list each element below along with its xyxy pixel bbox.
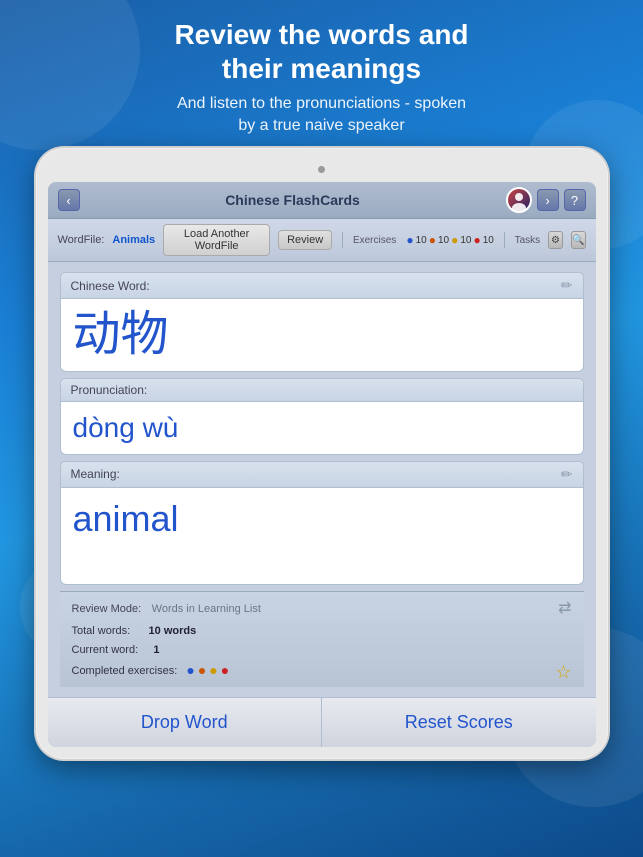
score-orange: 10 — [438, 235, 449, 246]
meaning-label: Meaning: — [71, 467, 120, 481]
status-bar: Review Mode: Words in Learning List ⇄ To… — [60, 591, 584, 687]
gear-button[interactable]: ⚙ — [548, 231, 563, 249]
tasks-label: Tasks — [515, 235, 541, 246]
stats-block: Total words: 10 words Current word: 1 Co… — [72, 622, 230, 683]
completed-dot-red: ● — [221, 659, 229, 683]
meaning-value: animal — [73, 496, 571, 576]
shuffle-icon[interactable]: ⇄ — [558, 598, 571, 618]
reset-scores-button[interactable]: Reset Scores — [322, 698, 596, 747]
toolbar-separator2 — [504, 232, 505, 248]
pronunciation-label: Pronunciation: — [71, 383, 148, 397]
ipad-screen: ‹ Chinese FlashCards › ? — [48, 182, 596, 747]
pronunciation-value: dòng wù — [73, 410, 571, 446]
stats-star-row: Total words: 10 words Current word: 1 Co… — [72, 622, 572, 683]
star-icon[interactable]: ☆ — [555, 662, 571, 682]
search-button[interactable]: 🔍 — [571, 231, 586, 249]
pronunciation-header: Pronunciation: — [61, 379, 583, 402]
current-word-value: 1 — [153, 644, 159, 656]
titlebar-right: › ? — [506, 187, 586, 213]
score-dot-blue: ● — [406, 233, 413, 247]
app-title: Chinese FlashCards — [80, 192, 506, 208]
chinese-word-header: Chinese Word: ✏ — [61, 273, 583, 299]
chinese-word-body: 动物 — [61, 299, 583, 370]
meaning-card: Meaning: ✏ animal — [60, 461, 584, 585]
header-title: Review the words and their meanings — [30, 18, 613, 85]
app-titlebar: ‹ Chinese FlashCards › ? — [48, 182, 596, 219]
load-wordfile-button[interactable]: Load Another WordFile — [163, 224, 270, 256]
review-mode-value: Words in Learning List — [152, 603, 261, 615]
score-dot-red: ● — [473, 233, 480, 247]
ipad-frame: ‹ Chinese FlashCards › ? — [36, 148, 608, 759]
help-button[interactable]: ? — [564, 189, 586, 211]
score-blue: 10 — [416, 235, 427, 246]
review-button[interactable]: Review — [278, 230, 332, 250]
score-red: 10 — [483, 235, 494, 246]
total-words-label: Total words: — [72, 625, 131, 637]
review-mode-info: Review Mode: Words in Learning List — [72, 599, 261, 617]
score-dot-orange: ● — [429, 233, 436, 247]
toolbar-separator — [342, 232, 343, 248]
wordfile-value: Animals — [112, 234, 155, 246]
completed-exercises-row: Completed exercises: ● ● ● ● — [72, 659, 230, 683]
score-yellow: 10 — [460, 235, 471, 246]
meaning-edit-icon[interactable]: ✏ — [561, 466, 573, 483]
completed-dot-yellow: ● — [209, 659, 217, 683]
completed-exercises-label: Completed exercises: — [72, 662, 178, 681]
pronunciation-body: dòng wù — [61, 402, 583, 454]
profile-icon[interactable] — [506, 187, 532, 213]
bottom-buttons: Drop Word Reset Scores — [48, 697, 596, 747]
header-section: Review the words and their meanings And … — [0, 0, 643, 148]
chinese-word-card: Chinese Word: ✏ 动物 — [60, 272, 584, 371]
score-dot-yellow: ● — [451, 233, 458, 247]
review-mode-label: Review Mode: — [72, 603, 142, 615]
exercises-label: Exercises — [353, 235, 396, 246]
titlebar-left: ‹ — [58, 189, 80, 211]
ipad-camera — [318, 166, 325, 173]
review-mode-row: Review Mode: Words in Learning List ⇄ — [72, 598, 572, 618]
meaning-header: Meaning: ✏ — [61, 462, 583, 488]
completed-dot-orange: ● — [198, 659, 206, 683]
pronunciation-card: Pronunciation: dòng wù — [60, 378, 584, 455]
main-content: Chinese Word: ✏ 动物 Pronunciation: dòng w… — [48, 262, 596, 697]
back-button[interactable]: ‹ — [58, 189, 80, 211]
total-words-value: 10 words — [149, 625, 197, 637]
chinese-word-label: Chinese Word: — [71, 279, 150, 293]
current-word-row: Current word: 1 — [72, 641, 230, 660]
completed-dot-blue: ● — [186, 659, 194, 683]
chinese-word-value: 动物 — [73, 307, 571, 362]
wordfile-label: WordFile: — [58, 234, 105, 246]
toolbar-row: WordFile: Animals Load Another WordFile … — [48, 219, 596, 262]
meaning-body: animal — [61, 488, 583, 584]
drop-word-button[interactable]: Drop Word — [48, 698, 323, 747]
forward-button[interactable]: › — [537, 189, 559, 211]
ipad-top-bar — [48, 160, 596, 178]
star-container: ☆ — [555, 662, 571, 683]
edit-icon[interactable]: ✏ — [561, 277, 573, 294]
header-subtitle: And listen to the pronunciations - spoke… — [30, 93, 613, 136]
exercises-scores: ● 10 ● 10 ● 10 ● 10 — [406, 233, 494, 247]
current-word-label: Current word: — [72, 644, 139, 656]
total-words-row: Total words: 10 words — [72, 622, 230, 641]
